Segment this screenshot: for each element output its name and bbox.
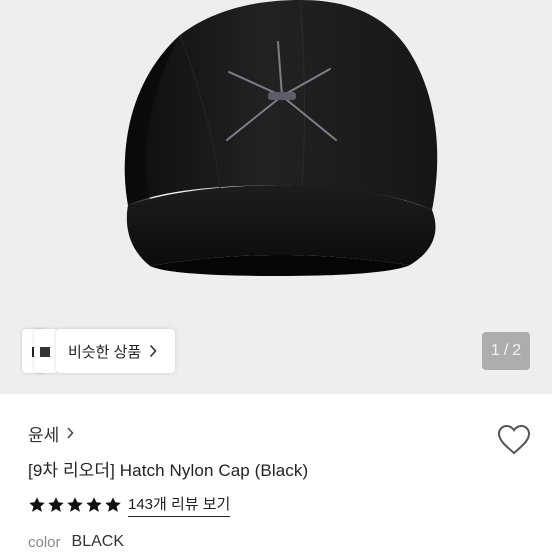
similar-products-label: 비슷한 상품 [68, 343, 142, 361]
heart-icon[interactable] [496, 422, 532, 458]
chevron-right-icon [67, 427, 74, 439]
star-icon [105, 497, 121, 512]
similar-products-button[interactable]: 비슷한 상품 [56, 329, 175, 373]
rating-row: 143개 리뷰 보기 [28, 493, 231, 517]
similar-products[interactable]: 비슷한 상품 [22, 329, 175, 373]
seller-link[interactable]: 윤세 [28, 422, 74, 445]
star-icon [48, 497, 64, 512]
star-icon [86, 497, 102, 512]
image-counter: 1 / 2 [482, 332, 530, 370]
color-value: BLACK [71, 533, 124, 550]
seller-name: 윤세 [28, 425, 60, 445]
product-title: [9차 리오더] Hatch Nylon Cap (Black) [28, 461, 309, 480]
chevron-right-icon [150, 344, 157, 358]
product-image-gallery[interactable]: 비슷한 상품 1 / 2 [0, 0, 552, 394]
similar-thumbnail [34, 329, 58, 373]
image-counter-total: 2 [512, 342, 522, 359]
review-link[interactable]: 143개 리뷰 보기 [128, 493, 231, 517]
star-rating [28, 496, 122, 514]
star-icon [67, 497, 83, 512]
image-counter-current: 1 [490, 342, 500, 359]
star-icon [29, 497, 45, 512]
image-counter-separator: / [503, 342, 509, 359]
color-label: color [28, 533, 61, 551]
color-option: color BLACK [28, 533, 124, 551]
